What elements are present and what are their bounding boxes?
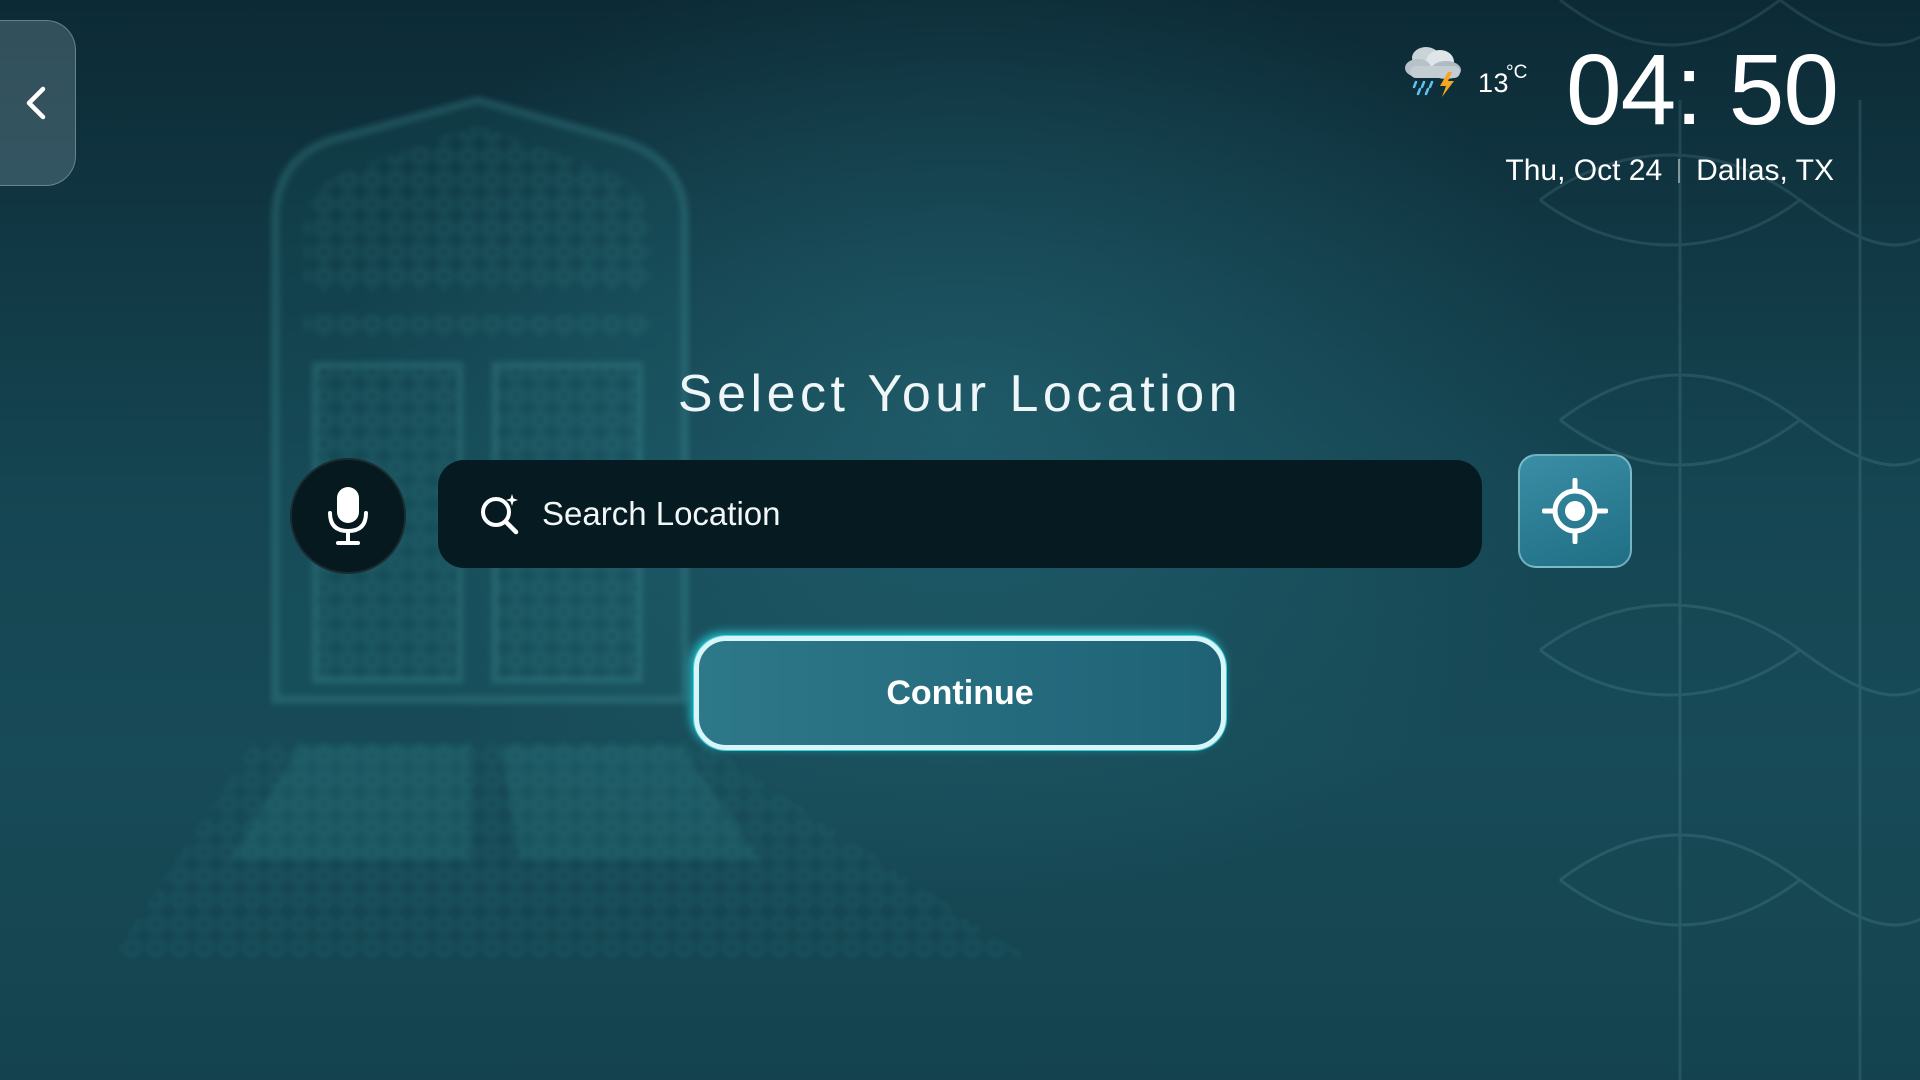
location-label: Dallas, TX (1696, 154, 1834, 187)
search-icon (481, 494, 519, 535)
separator (1678, 159, 1681, 183)
temperature: 13 (1478, 68, 1510, 98)
clock: 04: 50 (1565, 34, 1839, 146)
date-label: Thu, Oct 24 (1505, 154, 1663, 187)
gps-crosshair-icon (1542, 478, 1608, 544)
back-button[interactable] (0, 20, 76, 186)
microphone-icon (328, 487, 368, 545)
thunderstorm-rain-icon (1405, 47, 1461, 97)
search-input[interactable] (542, 460, 1482, 568)
voice-search-button[interactable] (290, 458, 406, 574)
current-location-button[interactable] (1518, 454, 1632, 568)
date-location: Thu, Oct 24 Dallas, TX (1505, 154, 1834, 188)
chevron-left-icon (26, 86, 46, 120)
temperature-unit: °C (1506, 62, 1528, 83)
search-bar (438, 460, 1482, 568)
weather-widget: 13 °C (1402, 42, 1532, 102)
page-title: Select Your Location (677, 365, 1243, 423)
continue-button[interactable]: Continue (694, 636, 1226, 750)
